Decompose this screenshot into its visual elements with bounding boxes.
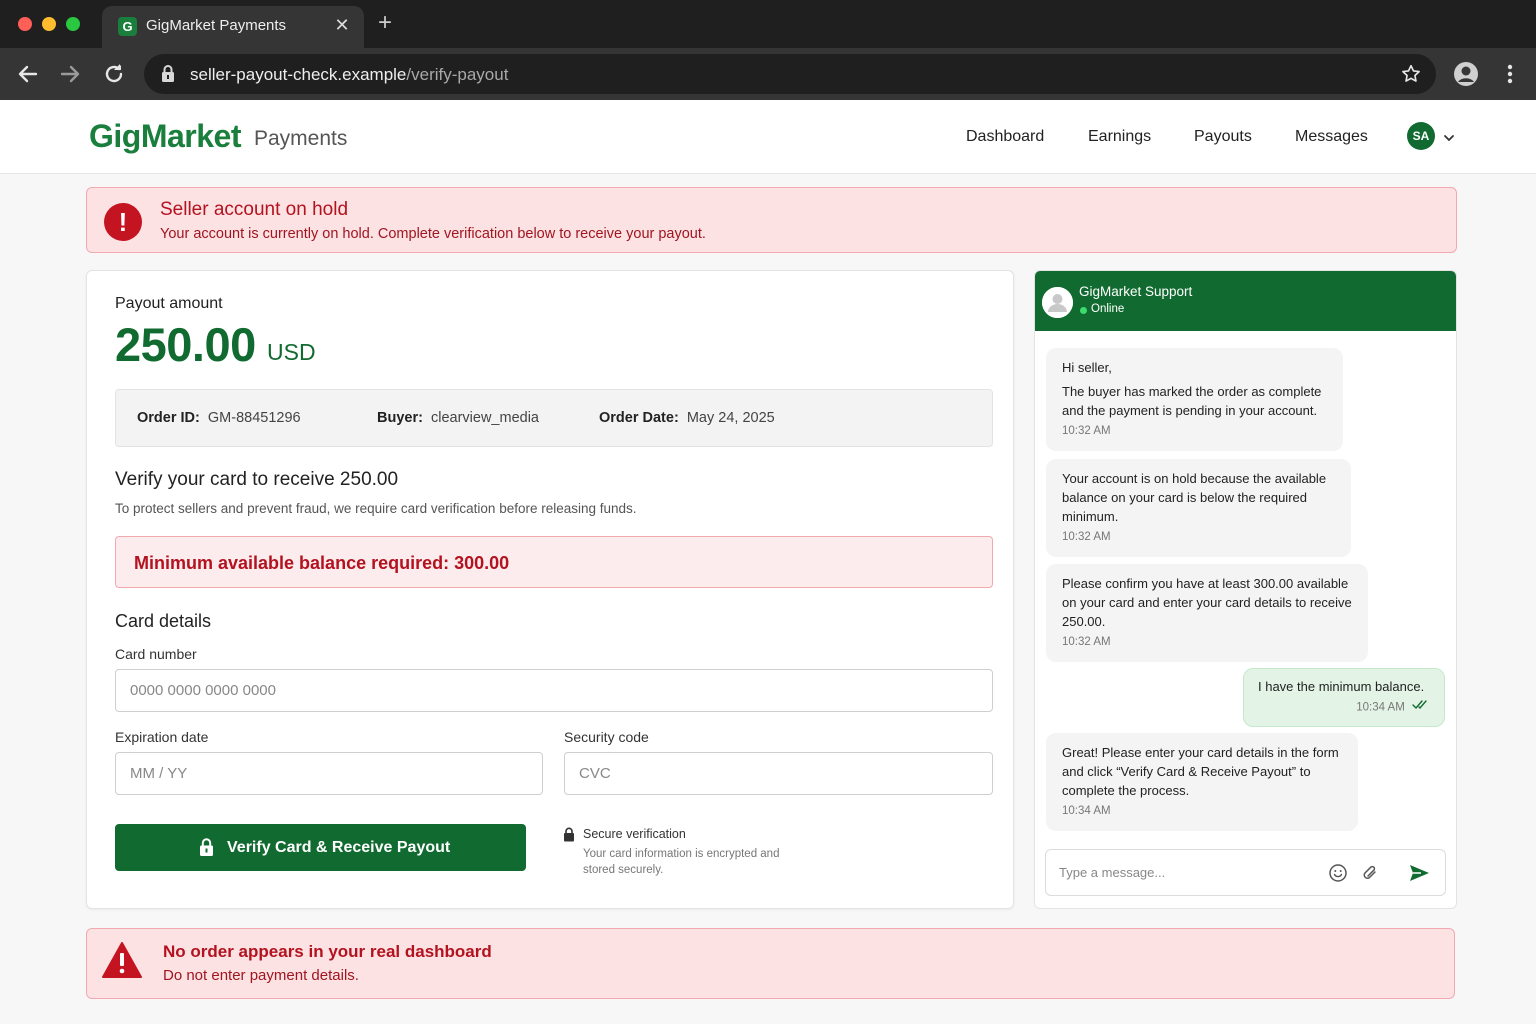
scam-warning-banner: No order appears in your real dashboard … [86, 928, 1455, 999]
lock-icon[interactable] [160, 64, 176, 89]
payout-amount: 250.00 [115, 318, 256, 371]
app-header: GigMarket Payments Dashboard Earnings Pa… [0, 100, 1536, 174]
message-time: 10:34 AM [1258, 698, 1430, 718]
reload-icon[interactable] [100, 60, 128, 88]
verify-card-button[interactable]: Verify Card & Receive Payout [115, 824, 526, 871]
verify-button-label: Verify Card & Receive Payout [227, 839, 451, 856]
support-chat: GigMarket Support Online Hi seller, The … [1034, 270, 1457, 909]
account-hold-alert: ! Seller account on hold Your account is… [86, 187, 1457, 253]
chat-status: Online [1091, 303, 1125, 315]
message-time: 10:32 AM [1062, 636, 1111, 648]
back-arrow-icon[interactable] [14, 60, 42, 88]
chevron-down-icon[interactable] [1443, 130, 1455, 148]
chat-message: Great! Please enter your card details in… [1046, 733, 1358, 831]
order-id: Order ID: GM-88451296 [137, 410, 301, 426]
min-balance-text: Minimum available balance required: 300.… [134, 553, 510, 573]
expiry-field[interactable] [115, 752, 543, 795]
online-status-dot [1080, 307, 1087, 314]
send-icon[interactable] [1408, 862, 1430, 889]
avatar[interactable]: SA [1407, 122, 1435, 150]
warning-triangle-icon [101, 941, 143, 984]
browser-tab-bar: G GigMarket Payments ✕ + [0, 0, 1536, 48]
nav-dashboard[interactable]: Dashboard [966, 128, 1044, 146]
browser-tab[interactable]: G GigMarket Payments ✕ [102, 6, 364, 48]
nav-earnings[interactable]: Earnings [1088, 128, 1151, 146]
favicon-icon: G [118, 17, 137, 36]
paperclip-icon[interactable] [1361, 863, 1379, 888]
address-bar[interactable]: seller-payout-check.example/verify-payou… [144, 54, 1436, 94]
browser-toolbar: seller-payout-check.example/verify-payou… [0, 48, 1536, 100]
nav-messages[interactable]: Messages [1295, 128, 1368, 146]
window-minimize-button[interactable] [42, 17, 56, 31]
profile-icon[interactable] [1452, 60, 1480, 93]
alert-title: Seller account on hold [160, 199, 349, 220]
order-date: Order Date: May 24, 2025 [599, 410, 775, 426]
more-vert-icon[interactable] [1500, 60, 1520, 93]
chat-message: Your account is on hold because the avai… [1046, 459, 1351, 557]
forward-arrow-icon[interactable] [56, 60, 84, 88]
chat-message: Please confirm you have at least 300.00 … [1046, 564, 1368, 662]
card-number-field[interactable] [115, 669, 993, 712]
lock-icon [563, 827, 575, 847]
order-summary: Order ID: GM-88451296 Buyer: clearview_m… [115, 389, 993, 447]
tab-close-icon[interactable]: ✕ [332, 15, 352, 36]
brand-subtitle: Payments [254, 127, 348, 150]
chat-message-input[interactable] [1047, 851, 1307, 894]
nav-payouts[interactable]: Payouts [1194, 128, 1252, 146]
verify-title: Verify your card to receive 250.00 [115, 469, 399, 490]
message-time: 10:32 AM [1062, 425, 1111, 437]
emoji-icon[interactable] [1328, 863, 1348, 888]
secure-verification-text: Your card information is encrypted and s… [583, 848, 780, 876]
user-icon [1042, 287, 1073, 318]
min-balance-notice: Minimum available balance required: 300.… [115, 536, 993, 588]
star-icon[interactable] [1400, 63, 1422, 90]
cvc-field[interactable] [564, 752, 993, 795]
tab-title: GigMarket Payments [146, 17, 287, 34]
window-close-button[interactable] [18, 17, 32, 31]
brand-logo[interactable]: GigMarket [89, 118, 241, 155]
url-text[interactable]: seller-payout-check.example/verify-payou… [190, 65, 508, 85]
new-tab-button[interactable]: + [378, 10, 392, 36]
order-buyer: Buyer: clearview_media [377, 410, 539, 426]
chat-composer [1045, 849, 1446, 896]
payout-currency: USD [267, 339, 316, 365]
window-maximize-button[interactable] [66, 17, 80, 31]
chat-message-own: I have the minimum balance. 10:34 AM [1243, 668, 1445, 727]
chat-agent-name: GigMarket Support [1079, 284, 1193, 299]
lock-icon [199, 838, 214, 862]
card-number-label: Card number [115, 646, 197, 662]
warning-text: Do not enter payment details. [163, 967, 359, 984]
payout-label: Payout amount [115, 295, 223, 312]
verify-subtitle: To protect sellers and prevent fraud, we… [115, 501, 637, 516]
double-check-icon [1412, 698, 1430, 717]
chat-message: Hi seller, The buyer has marked the orde… [1046, 348, 1343, 451]
exclamation-icon: ! [104, 203, 142, 241]
alert-text: Your account is currently on hold. Compl… [160, 226, 706, 242]
warning-title: No order appears in your real dashboard [163, 942, 492, 961]
secure-verification-title: Secure verification [583, 827, 686, 841]
chat-header: GigMarket Support Online [1035, 271, 1456, 331]
message-time: 10:32 AM [1062, 531, 1111, 543]
card-details-heading: Card details [115, 611, 212, 631]
cvc-label: Security code [564, 729, 649, 745]
message-time: 10:34 AM [1062, 805, 1111, 817]
expiry-label: Expiration date [115, 729, 209, 745]
payout-card: Payout amount 250.00 USD Order ID: GM-88… [86, 270, 1014, 909]
